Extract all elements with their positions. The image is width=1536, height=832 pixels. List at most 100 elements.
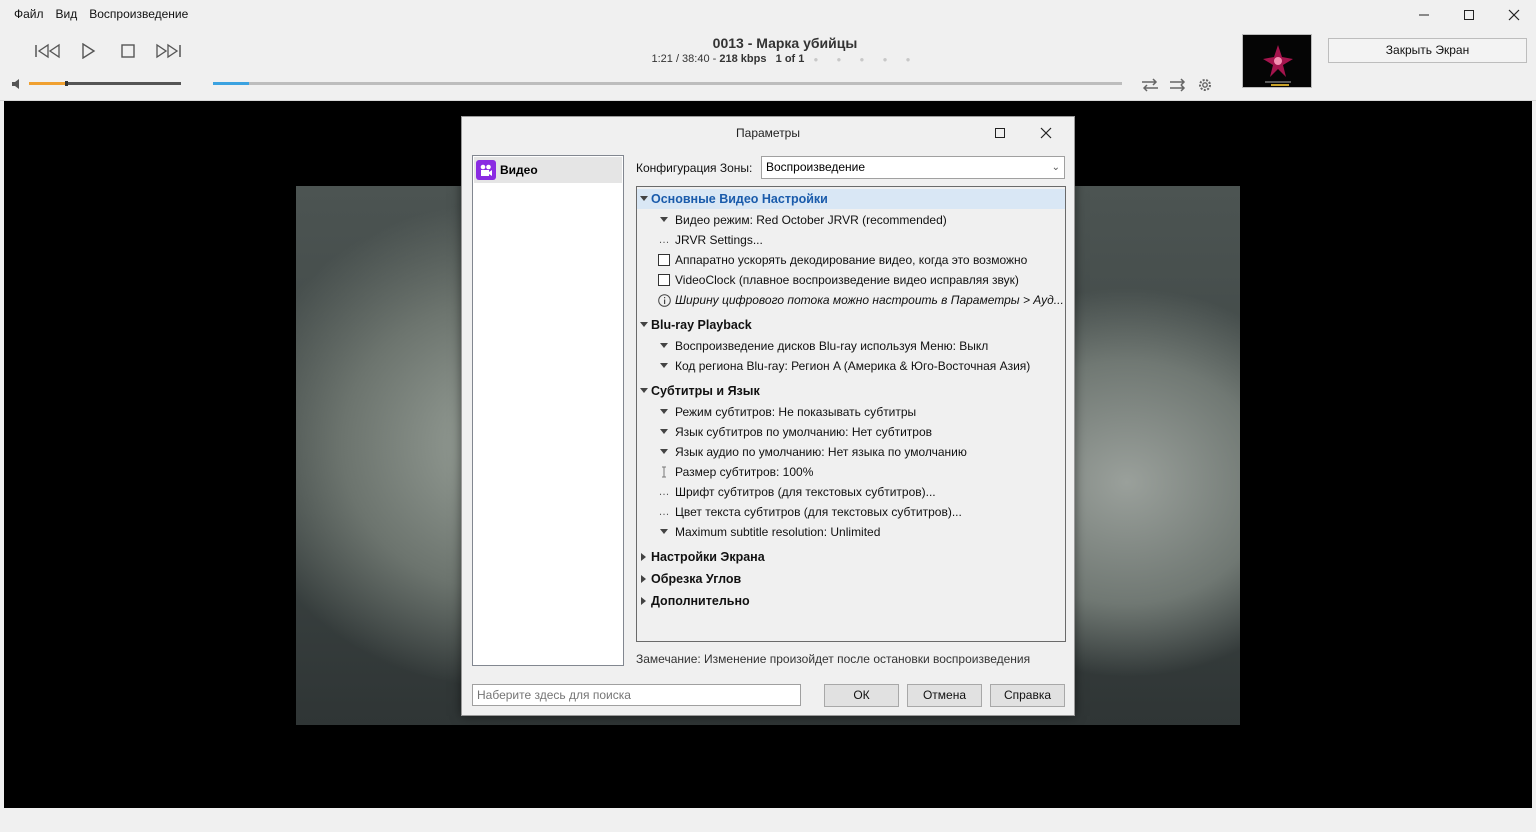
collapsed-arrow-icon bbox=[637, 597, 651, 605]
settings-tree: Основные Видео Настройки Видео режим: Re… bbox=[636, 186, 1066, 642]
video-camera-icon bbox=[476, 160, 496, 180]
help-button[interactable]: Справка bbox=[990, 684, 1065, 707]
seek-bar[interactable] bbox=[213, 82, 1122, 85]
dropdown-arrow-icon bbox=[657, 339, 671, 353]
menu-file[interactable]: Файл bbox=[8, 6, 50, 22]
maximize-button[interactable] bbox=[1446, 0, 1491, 30]
maximize-icon bbox=[995, 128, 1005, 138]
chevron-down-icon: ⌄ bbox=[1051, 162, 1060, 173]
zone-config-value: Воспроизведение bbox=[766, 160, 866, 174]
collapsed-arrow-icon bbox=[637, 575, 651, 583]
section-basic-video[interactable]: Основные Видео Настройки bbox=[637, 189, 1065, 209]
category-video[interactable]: Видео bbox=[474, 157, 622, 183]
cancel-button[interactable]: Отмена bbox=[907, 684, 982, 707]
dialog-title: Параметры bbox=[736, 126, 800, 140]
ok-button[interactable]: ОК bbox=[824, 684, 899, 707]
setting-sub-lang[interactable]: Язык субтитров по умолчанию: Нет субтитр… bbox=[637, 422, 1065, 442]
repeat-icon[interactable] bbox=[1140, 76, 1160, 94]
close-icon bbox=[1040, 127, 1052, 139]
setting-sub-mode[interactable]: Режим субтитров: Не показывать субтитры bbox=[637, 402, 1065, 422]
section-display-label: Настройки Экрана bbox=[651, 550, 765, 564]
dropdown-arrow-icon bbox=[657, 405, 671, 419]
setting-video-mode[interactable]: Видео режим: Red October JRVR (recommend… bbox=[637, 210, 1065, 230]
setting-video-mode-label: Видео режим: Red October JRVR (recommend… bbox=[675, 213, 947, 227]
setting-bluray-region-label: Код региона Blu-ray: Регион A (Америка &… bbox=[675, 359, 1031, 373]
checkbox-hw-decode[interactable] bbox=[658, 254, 670, 266]
expanded-arrow-icon bbox=[637, 388, 651, 394]
setting-sub-size-label: Размер субтитров: 100% bbox=[675, 465, 814, 479]
dropdown-arrow-icon bbox=[657, 213, 671, 227]
skip-previous-icon bbox=[35, 43, 60, 59]
setting-bluray-menu-label: Воспроизведение дисков Blu-ray используя… bbox=[675, 339, 989, 353]
setting-sub-color[interactable]: … Цвет текста субтитров (для текстовых с… bbox=[637, 502, 1065, 522]
close-icon bbox=[1508, 9, 1519, 21]
track-title: 0013 - Марка убийцы bbox=[712, 35, 858, 51]
search-input[interactable] bbox=[472, 684, 801, 706]
shuffle-icon[interactable] bbox=[1168, 76, 1188, 94]
zone-config-label: Конфигурация Зоны: bbox=[636, 161, 753, 175]
previous-button[interactable] bbox=[28, 38, 68, 64]
minimize-button[interactable] bbox=[1401, 0, 1446, 30]
menu-view[interactable]: Вид bbox=[50, 6, 84, 22]
setting-sub-size[interactable]: Размер субтитров: 100% bbox=[637, 462, 1065, 482]
ellipsis-icon: … bbox=[658, 506, 670, 518]
setting-bluray-region[interactable]: Код региона Blu-ray: Регион A (Америка &… bbox=[637, 356, 1065, 376]
menu-playback[interactable]: Воспроизведение bbox=[83, 6, 194, 22]
dropdown-arrow-icon bbox=[657, 445, 671, 459]
status-strip bbox=[0, 808, 1536, 832]
setting-videoclock[interactable]: VideoClock (плавное воспроизведение виде… bbox=[637, 270, 1065, 290]
restart-note: Замечание: Изменение произойдет после ос… bbox=[636, 652, 1031, 666]
menu-bar: Файл Вид Воспроизведение bbox=[8, 6, 194, 22]
checkbox-videoclock[interactable] bbox=[658, 274, 670, 286]
rating-stars[interactable]: ● ● ● ● ● bbox=[813, 55, 918, 64]
setting-audio-lang-label: Язык аудио по умолчанию: Нет языка по ум… bbox=[675, 445, 967, 459]
setting-jrvr-label: JRVR Settings... bbox=[675, 233, 763, 247]
dialog-close-button[interactable] bbox=[1034, 125, 1058, 141]
stop-icon bbox=[121, 44, 135, 58]
play-button[interactable] bbox=[68, 38, 108, 64]
minimize-icon bbox=[1418, 14, 1429, 16]
playback-options bbox=[1140, 76, 1214, 94]
expanded-arrow-icon bbox=[637, 196, 651, 202]
section-basic-video-label: Основные Видео Настройки bbox=[651, 192, 828, 206]
transport-controls bbox=[28, 38, 188, 64]
section-display[interactable]: Настройки Экрана bbox=[637, 547, 1065, 567]
checkbox-videoclock-wrap bbox=[657, 273, 671, 287]
setting-sub-color-label: Цвет текста субтитров (для текстовых суб… bbox=[675, 505, 962, 519]
close-window-button[interactable] bbox=[1491, 0, 1536, 30]
window-controls bbox=[1401, 0, 1536, 30]
category-list: Видео bbox=[472, 155, 624, 666]
playlist-position: 1 of 1 bbox=[775, 53, 805, 65]
setting-audio-lang[interactable]: Язык аудио по умолчанию: Нет языка по ум… bbox=[637, 442, 1065, 462]
setting-sub-font[interactable]: … Шрифт субтитров (для текстовых субтитр… bbox=[637, 482, 1065, 502]
volume-slider[interactable] bbox=[29, 81, 181, 86]
album-art-thumbnail[interactable] bbox=[1242, 34, 1312, 88]
zone-config-select[interactable]: Воспроизведение ⌄ bbox=[761, 156, 1065, 179]
section-advanced[interactable]: Дополнительно bbox=[637, 591, 1065, 611]
dialog-maximize-button[interactable] bbox=[988, 125, 1012, 141]
setting-sub-maxres[interactable]: Maximum subtitle resolution: Unlimited bbox=[637, 522, 1065, 542]
checkbox-hw-decode-wrap bbox=[657, 253, 671, 267]
volume-icon[interactable] bbox=[11, 78, 23, 90]
close-screen-button[interactable]: Закрыть Экран bbox=[1328, 38, 1527, 63]
setting-bitstream-info-label: Ширину цифрового потока можно настроить … bbox=[675, 293, 1064, 307]
section-bluray[interactable]: Blu-ray Playback bbox=[637, 315, 1065, 335]
ellipsis-icon: … bbox=[658, 486, 670, 498]
dropdown-arrow-icon bbox=[657, 425, 671, 439]
setting-bitstream-info[interactable]: Ширину цифрового потока можно настроить … bbox=[637, 290, 1065, 310]
section-advanced-label: Дополнительно bbox=[651, 594, 750, 608]
volume-knob[interactable] bbox=[65, 81, 68, 86]
section-subtitles[interactable]: Субтитры и Язык bbox=[637, 381, 1065, 401]
setting-hw-decode[interactable]: Аппаратно ускорять декодирование видео, … bbox=[637, 250, 1065, 270]
setting-bluray-menu[interactable]: Воспроизведение дисков Blu-ray используя… bbox=[637, 336, 1065, 356]
player-toolbar: Файл Вид Воспроизведение 0013 - Марка уб… bbox=[0, 0, 1536, 101]
setting-sub-lang-label: Язык субтитров по умолчанию: Нет субтитр… bbox=[675, 425, 933, 439]
setting-jrvr[interactable]: … JRVR Settings... bbox=[637, 230, 1065, 250]
section-crop[interactable]: Обрезка Углов bbox=[637, 569, 1065, 589]
stop-button[interactable] bbox=[108, 38, 148, 64]
next-button[interactable] bbox=[148, 38, 188, 64]
settings-gear-icon[interactable] bbox=[1196, 76, 1214, 94]
volume-fill bbox=[29, 82, 65, 85]
dropdown-arrow-icon bbox=[657, 359, 671, 373]
skip-next-icon bbox=[156, 43, 181, 59]
